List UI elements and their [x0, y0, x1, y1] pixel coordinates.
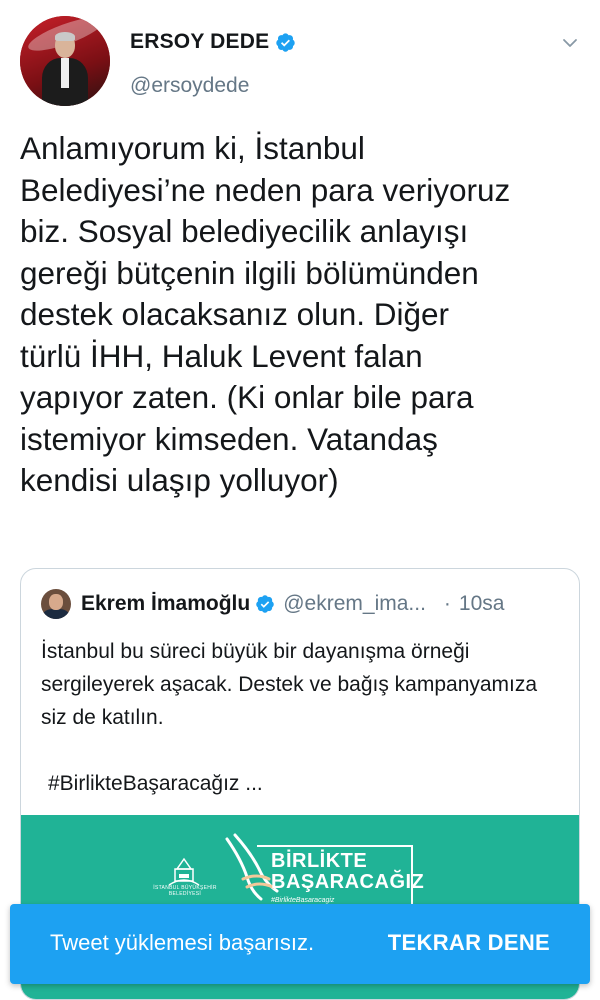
quoted-timestamp: 10sa [458, 592, 505, 615]
banner-title-line2: BAŞARACAĞIZ [271, 871, 425, 893]
separator-dot: · [443, 592, 451, 615]
ibb-logo-text: İSTANBUL BÜYÜKŞEHİR BELEDİYESİ [153, 885, 217, 897]
error-toast: Tweet yüklemesi başarısız. TEKRAR DENE [10, 904, 590, 984]
retry-button[interactable]: TEKRAR DENE [388, 930, 550, 956]
verified-badge-icon [276, 32, 296, 52]
author-name[interactable]: ERSOY DEDE [130, 30, 269, 54]
tweet-header: ERSOY DEDE @ersoydede [20, 16, 585, 111]
quoted-hashtag: #BirlikteBaşaracağız ... [48, 772, 263, 795]
quoted-tweet-text: İstanbul bu süreci büyük bir dayanışma ö… [41, 640, 538, 729]
author-avatar[interactable] [20, 16, 110, 106]
author-name-row: ERSOY DEDE [130, 30, 296, 54]
verified-badge-icon [256, 595, 274, 613]
quoted-tweet-header: Ekrem İmamoğlu @ekrem_ima... · 10sa [41, 587, 563, 621]
toast-message: Tweet yüklemesi başarısız. [50, 930, 315, 955]
author-handle[interactable]: @ersoydede [130, 74, 249, 98]
banner-title-line1: BİRLİKTE [271, 850, 368, 872]
chevron-down-icon[interactable] [561, 34, 579, 52]
quoted-author-avatar [41, 589, 71, 619]
banner-hashtag: #BirlikteBasaracagiz [271, 897, 335, 904]
tweet-text: Anlamıyorum ki, İstanbul Belediyesi’ne n… [20, 130, 511, 498]
banner-title: BİRLİKTE BAŞARACAĞIZ [271, 851, 424, 893]
quoted-author-name: Ekrem İmamoğlu [81, 592, 251, 615]
quoted-author-handle: @ekrem_ima... [283, 592, 426, 615]
